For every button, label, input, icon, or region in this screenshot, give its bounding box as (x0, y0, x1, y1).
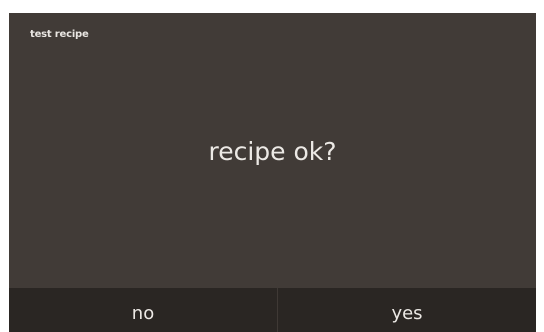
yes-button[interactable]: yes (278, 288, 536, 332)
screen-title: test recipe (30, 29, 89, 40)
button-bar: no yes (9, 288, 536, 332)
recipe-confirm-screen: test recipe recipe ok? no yes (9, 13, 536, 332)
confirm-prompt: recipe ok? (208, 137, 337, 166)
no-button[interactable]: no (9, 288, 277, 332)
